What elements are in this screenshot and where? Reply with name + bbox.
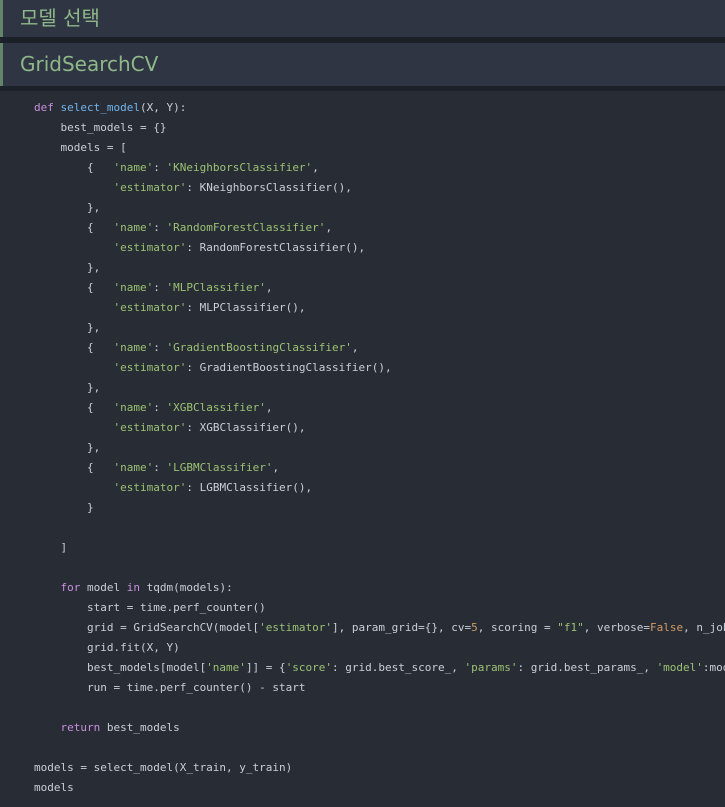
code-line: 'estimator': MLPClassifier(), xyxy=(113,301,306,314)
code-line: }, xyxy=(34,321,101,334)
code-line: }, xyxy=(34,261,101,274)
code-line: grid.fit(X, Y) xyxy=(34,641,180,654)
section-heading: 모델 선택 xyxy=(0,0,725,37)
code-line: models = [ xyxy=(34,141,127,154)
code-line: run = time.perf_counter() - start xyxy=(34,681,306,694)
code-line: 'estimator': LGBMClassifier(), xyxy=(113,481,313,494)
section-title: 모델 선택 xyxy=(20,6,100,30)
code-line: { 'name': 'LGBMClassifier', xyxy=(34,461,280,474)
code-line: }, xyxy=(34,441,101,454)
code-line: { 'name': 'RandomForestClassifier', xyxy=(34,221,333,234)
code-line: 'estimator': GradientBoostingClassifier(… xyxy=(113,361,392,374)
code-cell[interactable]: def select_model(X, Y): best_models = {}… xyxy=(34,98,725,798)
code-line: best_models[model['name']] = {'score': g… xyxy=(34,661,725,674)
code-line: ] xyxy=(34,541,68,554)
code-line: 'estimator': XGBClassifier(), xyxy=(113,421,306,434)
code-line: { 'name': 'KNeighborsClassifier', xyxy=(34,161,319,174)
code-line: { 'name': 'MLPClassifier', xyxy=(34,281,273,294)
code-line: }, xyxy=(34,201,101,214)
code-line: { 'name': 'GradientBoostingClassifier', xyxy=(34,341,359,354)
code-line: best_models = {} xyxy=(34,121,167,134)
subsection-title: GridSearchCV xyxy=(20,52,159,76)
code-line: grid = GridSearchCV(model['estimator'], … xyxy=(34,621,725,634)
code-line: start = time.perf_counter() xyxy=(34,601,266,614)
heading-divider xyxy=(0,86,725,91)
code-line: models = select_model(X_train, y_train) xyxy=(34,761,293,774)
code-line: 'estimator': RandomForestClassifier(), xyxy=(113,241,366,254)
code-line: def select_model(X, Y): xyxy=(34,101,187,114)
code-line: return best_models xyxy=(60,721,180,734)
code-line: 'estimator': KNeighborsClassifier(), xyxy=(113,181,352,194)
code-line: for model in tqdm(models): xyxy=(60,581,233,594)
code-line: models xyxy=(34,781,74,794)
subsection-heading: GridSearchCV xyxy=(0,43,725,86)
code-line: }, xyxy=(34,381,101,394)
code-line: { 'name': 'XGBClassifier', xyxy=(34,401,273,414)
code-line: } xyxy=(34,501,94,514)
